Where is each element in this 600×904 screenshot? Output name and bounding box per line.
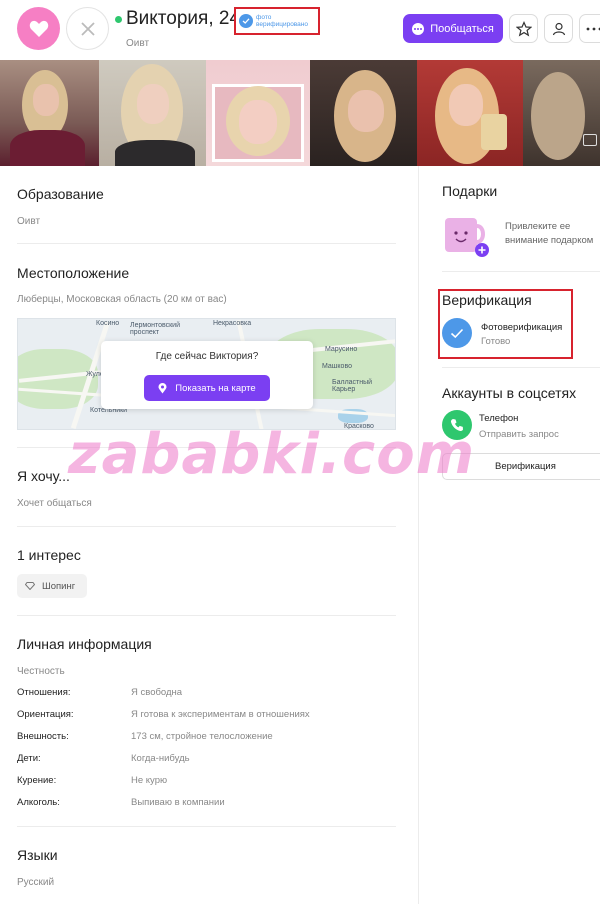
more-dots-icon [586, 27, 600, 30]
info-key: Алкоголь: [17, 797, 60, 808]
photo-gallery [0, 60, 600, 166]
watermark-text: zababki.com [68, 422, 476, 487]
wants-title: Я хочу... [17, 468, 70, 484]
info-row: Алкоголь: Выпиваю в компании [17, 797, 397, 811]
map-question: Где сейчас Виктория? [155, 351, 259, 362]
map-label: Марусино [325, 346, 358, 353]
photo-1[interactable] [0, 60, 99, 166]
photo-3[interactable] [206, 60, 310, 166]
chat-button[interactable]: Пообщаться [403, 14, 503, 43]
info-key: Ориентация: [17, 709, 74, 720]
info-key: Отношения: [17, 687, 71, 698]
favorite-button[interactable] [509, 14, 538, 43]
gifts-text-line: Привлеките ее [505, 221, 571, 232]
online-indicator [115, 16, 122, 23]
info-row: Отношения: Я свободна [17, 687, 397, 701]
heart-icon [29, 20, 48, 37]
education-title: Образование [17, 186, 104, 202]
wants-value: Хочет общаться [17, 498, 92, 509]
photo-4[interactable] [310, 60, 417, 166]
map-card: Где сейчас Виктория? Показать на карте [101, 341, 313, 409]
camera-icon [583, 134, 597, 146]
skip-button[interactable] [66, 7, 109, 50]
like-button[interactable] [17, 7, 60, 50]
languages-title: Языки [17, 847, 58, 863]
divider [17, 615, 396, 616]
divider [17, 243, 396, 244]
profile-header: Виктория, 24 Оивт фото верифицировано По… [0, 0, 600, 60]
languages-value: Русский [17, 877, 55, 888]
user-icon [552, 22, 565, 35]
divider [442, 271, 600, 272]
map-label: Некрасовка [213, 320, 252, 327]
gift-mug-icon[interactable] [443, 214, 489, 258]
info-value: Я свободна [131, 687, 183, 698]
star-icon [515, 20, 532, 36]
info-key: Внешность: [17, 731, 69, 742]
divider [17, 526, 396, 527]
chat-button-label: Пообщаться [430, 22, 494, 35]
check-icon [442, 318, 472, 348]
info-key: Дети: [17, 753, 41, 764]
phone-label: Телефон [479, 413, 519, 424]
profile-city: Оивт [126, 38, 150, 49]
send-request-link[interactable]: Отправить запрос [479, 429, 559, 440]
column-divider [418, 166, 419, 904]
gifts-title: Подарки [442, 183, 498, 199]
interest-tag-label: Шопинг [42, 580, 76, 592]
info-row: Внешность: 173 см, стройное телосложение [17, 731, 397, 745]
divider [442, 367, 600, 368]
map-pin-icon [158, 382, 167, 393]
verification-title: Верификация [442, 292, 532, 308]
map-label: Косино [96, 320, 120, 327]
map-label: Лермонтовский проспект [130, 322, 180, 336]
profile-name: Виктория, 24 [126, 8, 241, 29]
photo-verification-label: Фотоверификация [481, 322, 563, 333]
verified-badge-text: фото верифицировано [256, 14, 309, 28]
photo-5[interactable] [417, 60, 523, 166]
close-icon [80, 21, 95, 36]
info-value: Не курю [131, 775, 168, 786]
info-value: Выпиваю в компании [131, 797, 225, 808]
info-value: Я готова к экспериментам в отношениях [131, 709, 310, 720]
chat-bubble-icon [412, 22, 425, 35]
photo-6[interactable] [523, 60, 600, 166]
gifts-text-line: внимание подарком [505, 235, 594, 246]
social-accounts-title: Аккаунты в соцсетях [442, 385, 577, 401]
gifts-text: Привлеките ее внимание подарком [505, 220, 593, 248]
location-map[interactable]: Косино Лермонтовский проспект Некрасовка… [17, 318, 396, 430]
personal-info-title: Личная информация [17, 636, 152, 652]
info-key: Курение: [17, 775, 57, 786]
show-on-map-button[interactable]: Показать на карте [144, 375, 270, 401]
info-row: Ориентация: Я готова к экспериментам в о… [17, 709, 397, 723]
info-value: 173 см, стройное телосложение [131, 731, 273, 742]
more-button[interactable] [579, 14, 600, 43]
divider [17, 826, 396, 827]
profile-button[interactable] [544, 14, 573, 43]
location-title: Местоположение [17, 265, 130, 281]
personal-info-subtitle: Честность [17, 666, 65, 677]
check-icon [239, 14, 253, 28]
photo-2[interactable] [99, 60, 206, 166]
diamond-icon [25, 582, 35, 590]
info-row: Курение: Не курю [17, 775, 397, 789]
location-value: Люберцы, Московская область (20 км от ва… [17, 294, 227, 305]
info-value: Когда-нибудь [131, 753, 190, 764]
show-on-map-label: Показать на карте [175, 382, 256, 394]
interests-title: 1 интерес [17, 547, 81, 563]
info-row: Дети: Когда-нибудь [17, 753, 397, 767]
education-value: Оивт [17, 216, 41, 227]
map-label: Балластный Карьер [332, 379, 373, 393]
map-label: Машково [322, 363, 352, 370]
photo-verification-status: Готово [481, 336, 511, 347]
photo-verified-badge: фото верифицировано [234, 7, 320, 35]
interest-tag[interactable]: Шопинг [17, 574, 87, 598]
